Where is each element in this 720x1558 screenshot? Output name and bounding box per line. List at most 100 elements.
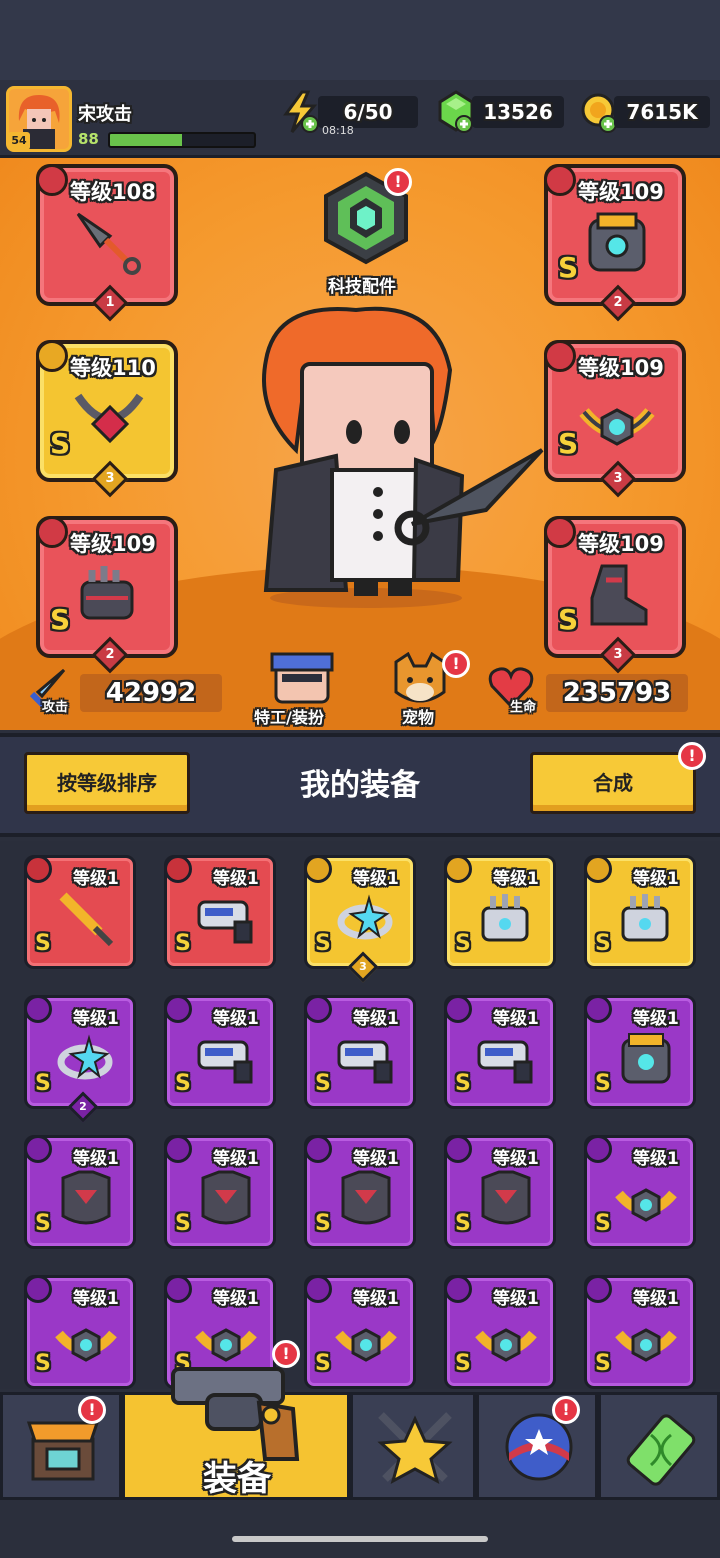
gauntlet-icon <box>481 894 529 942</box>
inventory-item[interactable]: 等级1 S <box>584 855 696 969</box>
my-equipment-title: 我的装备 <box>300 768 420 803</box>
slot-type-icon <box>304 995 332 1023</box>
inventory-item[interactable]: 等级1 S 3 <box>304 855 416 983</box>
blaster-icon <box>197 900 253 944</box>
energy-timer: 08:18 <box>322 124 354 137</box>
merge-alert-badge: ! <box>678 742 706 770</box>
talent-alert-badge: ! <box>552 1396 580 1424</box>
item-level: 等级1 <box>353 869 399 889</box>
rarity-letter: S <box>595 1351 611 1376</box>
xp-bar <box>108 132 256 148</box>
item-level: 等级1 <box>213 1009 259 1029</box>
rarity-letter: S <box>175 1211 191 1236</box>
inventory-item[interactable]: 等级1 S <box>584 1275 696 1389</box>
slot-type-icon <box>584 1275 612 1303</box>
slot-type-icon <box>24 995 52 1023</box>
player-character[interactable] <box>236 300 546 610</box>
slot-type-icon <box>304 1135 332 1163</box>
rarity-letter: S <box>50 427 71 460</box>
dna-battery-icon <box>626 1414 696 1486</box>
inventory-item[interactable]: 等级1 S <box>304 1135 416 1249</box>
rarity-letter: S <box>35 1351 51 1376</box>
slot-type-icon <box>164 995 192 1023</box>
ring-icon <box>57 1034 113 1080</box>
rarity-letter: S <box>558 427 579 460</box>
slot-type-icon <box>444 995 472 1023</box>
blaster-icon <box>337 1040 393 1084</box>
avatar-level-badge: 54 <box>8 132 30 150</box>
inventory-item[interactable]: 等级1 S <box>444 855 556 969</box>
gauntlet-icon <box>80 566 134 620</box>
pet-label: 宠物 <box>402 708 435 727</box>
inventory-item[interactable]: 等级1 S <box>444 1135 556 1249</box>
hp-value: 235793 <box>546 674 688 712</box>
item-level: 等级1 <box>633 869 679 889</box>
tech-accessory-label: 科技配件 <box>328 277 396 297</box>
star-swords-icon <box>377 1412 453 1485</box>
rarity-letter: S <box>50 603 71 636</box>
equipped-belt-slot[interactable]: 等级109 S 3 <box>544 340 686 498</box>
tech-alert-badge: ! <box>384 168 412 196</box>
inventory-item[interactable]: 等级1 S <box>304 995 416 1109</box>
energy-icon[interactable] <box>280 90 320 134</box>
inventory-item[interactable]: 等级1 S <box>24 855 136 969</box>
merge-button[interactable]: 合成 <box>530 752 696 814</box>
equip-level: 等级109 <box>578 532 664 556</box>
agent-costume-button[interactable] <box>270 650 334 706</box>
item-level: 等级1 <box>73 1009 119 1029</box>
inventory-item[interactable]: 等级1 S <box>164 855 276 969</box>
inventory-item[interactable]: 等级1 S <box>444 1275 556 1389</box>
sort-by-level-button[interactable]: 按等级排序 <box>24 752 190 814</box>
rarity-letter: S <box>558 251 579 284</box>
slot-type-icon <box>304 855 332 883</box>
chestplate-icon <box>341 1170 391 1225</box>
armor-icon <box>621 1033 671 1084</box>
rarity-letter: S <box>558 603 579 636</box>
slot-type-icon <box>584 1135 612 1163</box>
home-indicator <box>232 1536 488 1542</box>
necklace-slot-icon <box>36 340 68 372</box>
equipped-boot-slot[interactable]: 等级109 S 3 <box>544 516 686 674</box>
equipped-weapon-slot[interactable]: 等级108 1 <box>36 164 178 322</box>
nav-gene[interactable] <box>598 1392 720 1500</box>
armor-slot-icon <box>544 164 576 196</box>
belt-slot-icon <box>544 340 576 372</box>
inventory-item[interactable]: 等级1 S <box>24 1275 136 1389</box>
inventory-item[interactable]: 等级1 S <box>444 995 556 1109</box>
equip-level: 等级109 <box>578 356 664 380</box>
belt-icon <box>615 1188 677 1222</box>
inventory-item[interactable]: 等级1 S <box>164 1135 276 1249</box>
equipped-glove-slot[interactable]: 等级109 S 2 <box>36 516 178 674</box>
equipped-armor-slot[interactable]: 等级109 S 2 <box>544 164 686 322</box>
inventory-item[interactable]: 等级1 S <box>164 995 276 1109</box>
item-level: 等级1 <box>73 1149 119 1169</box>
sword-icon <box>59 892 114 947</box>
equip-level: 等级110 <box>70 356 156 380</box>
glove-slot-icon <box>36 516 68 548</box>
player-level: 88 <box>78 130 99 148</box>
inventory-item[interactable]: 等级1 S <box>304 1275 416 1389</box>
nav-equipment[interactable]: 装备 <box>122 1367 350 1500</box>
nav-battle[interactable] <box>350 1392 476 1500</box>
equipped-necklace-slot[interactable]: 等级110 S 3 <box>36 340 178 498</box>
dagger-icon <box>76 212 141 275</box>
rarity-letter: S <box>455 1211 471 1236</box>
chestplate-icon <box>481 1170 531 1225</box>
rarity-letter: S <box>455 1071 471 1096</box>
gem-icon[interactable] <box>436 90 476 134</box>
rarity-letter: S <box>35 1211 51 1236</box>
slot-type-icon <box>24 1135 52 1163</box>
slot-type-icon <box>24 855 52 883</box>
item-level: 等级1 <box>493 869 539 889</box>
slot-type-icon <box>164 1275 192 1303</box>
inventory-item[interactable]: 等级1 S <box>584 995 696 1109</box>
inventory-item[interactable]: 等级1 S <box>584 1135 696 1249</box>
equip-level: 等级109 <box>578 180 664 204</box>
inventory-item[interactable]: 等级1 S <box>24 1135 136 1249</box>
item-level: 等级1 <box>73 1289 119 1309</box>
item-level: 等级1 <box>213 1289 259 1309</box>
attack-value: 42992 <box>80 674 222 712</box>
item-level: 等级1 <box>493 1289 539 1309</box>
rarity-letter: S <box>175 931 191 956</box>
inventory-item[interactable]: 等级1 S 2 <box>24 995 136 1123</box>
